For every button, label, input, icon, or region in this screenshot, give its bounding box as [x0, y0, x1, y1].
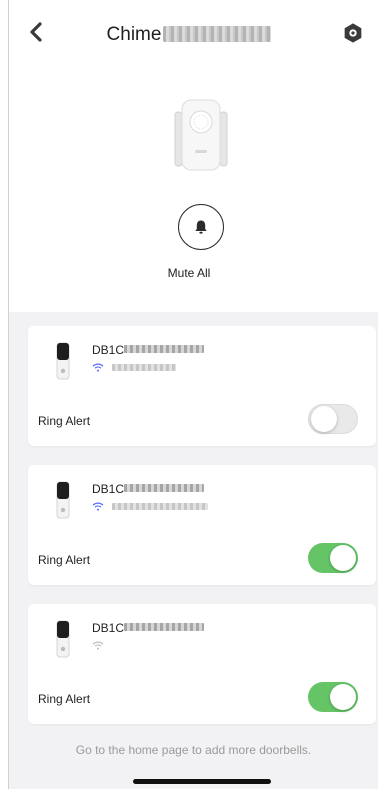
blurred-serial — [124, 484, 205, 492]
mute-all-label: Mute All — [167, 266, 211, 280]
mute-all-button[interactable] — [178, 204, 224, 250]
doorbell-card: DB1C Ring Alert — [28, 326, 376, 446]
doorbell-name: DB1C — [92, 621, 205, 635]
wifi-icon — [92, 363, 104, 372]
toggle-knob — [330, 684, 356, 710]
gear-icon[interactable] — [342, 22, 364, 44]
add-doorbells-hint: Go to the home page to add more doorbell… — [75, 743, 312, 757]
doorbell-name: DB1C — [92, 482, 205, 496]
doorbell-card: DB1C Ring Alert — [28, 465, 376, 585]
page-title: Chime — [0, 24, 378, 46]
wifi-status — [92, 641, 104, 650]
wifi-status — [92, 502, 208, 511]
home-indicator[interactable] — [133, 779, 271, 784]
doorbell-name: DB1C — [92, 343, 205, 357]
wifi-icon — [92, 502, 104, 511]
chime-hero: Mute All — [0, 68, 378, 312]
blurred-serial — [124, 345, 205, 353]
bell-icon — [195, 220, 207, 234]
doorbell-device-image — [56, 620, 70, 658]
blurred-serial — [124, 623, 205, 631]
ring-alert-label: Ring Alert — [38, 414, 91, 428]
doorbell-device-image — [56, 342, 70, 380]
toggle-knob — [311, 406, 337, 432]
toggle-knob — [330, 545, 356, 571]
top-bar: Chime — [0, 0, 378, 68]
wifi-status — [92, 363, 176, 372]
ring-alert-toggle[interactable] — [308, 404, 358, 434]
page-title-text: Chime — [106, 24, 162, 45]
wifi-icon — [92, 641, 104, 650]
ring-alert-toggle[interactable] — [308, 682, 358, 712]
blurred-ssid — [112, 364, 176, 371]
blurred-ssid — [112, 503, 208, 510]
doorbell-card: DB1C Ring Alert — [28, 604, 376, 724]
ring-alert-label: Ring Alert — [38, 692, 91, 706]
chime-device-image — [174, 99, 228, 171]
ring-alert-label: Ring Alert — [38, 553, 91, 567]
ring-alert-toggle[interactable] — [308, 543, 358, 573]
blurred-serial — [163, 26, 272, 42]
doorbell-device-image — [56, 481, 70, 519]
